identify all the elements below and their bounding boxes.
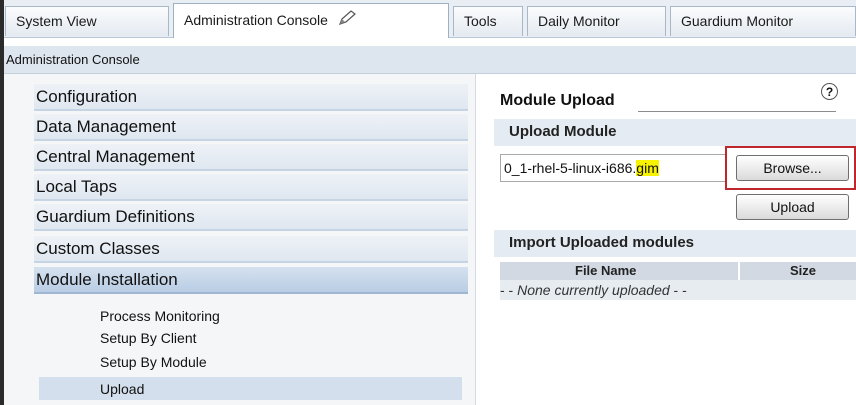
sub-item-setup-by-client[interactable]: Setup By Client [100, 328, 197, 348]
nav-item-label: Guardium Definitions [36, 207, 195, 226]
nav-item-central-management[interactable]: Central Management [34, 144, 468, 171]
tab-system-view[interactable]: System View [5, 6, 169, 36]
tab-label: Tools [464, 13, 497, 29]
nav-item-guardium-definitions[interactable]: Guardium Definitions [34, 204, 468, 231]
sub-item-setup-by-module[interactable]: Setup By Module [100, 352, 207, 372]
tab-label: Administration Console [184, 12, 328, 28]
nav-item-module-installation[interactable]: Module Installation [34, 267, 468, 294]
sub-item-upload[interactable]: Upload [100, 379, 144, 399]
nav-item-label: Custom Classes [36, 239, 160, 258]
empty-table-message: - - None currently uploaded - - [500, 281, 687, 299]
breadcrumb-text: Administration Console [6, 52, 140, 67]
empty-dashes-right: - - [673, 282, 687, 298]
tab-daily-monitor[interactable]: Daily Monitor [527, 6, 666, 36]
tab-tools[interactable]: Tools [453, 6, 523, 36]
import-modules-title: Import Uploaded modules [509, 234, 695, 251]
nav-item-label: Module Installation [36, 270, 178, 289]
browse-button[interactable]: Browse... [736, 155, 849, 181]
tab-bar: System View Administration Console Tools… [4, 0, 856, 38]
tab-label: Daily Monitor [538, 13, 620, 29]
nav-item-data-management[interactable]: Data Management [34, 114, 468, 141]
nav-item-custom-classes[interactable]: Custom Classes [34, 236, 468, 263]
module-upload-title: Module Upload [500, 92, 615, 109]
file-path-highlight: gim [636, 160, 659, 176]
sub-item-label: Setup By Client [100, 330, 197, 346]
tab-label: System View [16, 13, 97, 29]
help-icon[interactable]: ? [821, 83, 838, 100]
pencil-icon[interactable] [338, 5, 356, 38]
sub-item-label: Upload [100, 381, 145, 397]
nav-item-local-taps[interactable]: Local Taps [34, 174, 468, 201]
file-path-input[interactable]: 0_1-rhel-5-linux-i686.gim [500, 154, 726, 182]
breadcrumb: Administration Console [4, 46, 856, 74]
tab-guardium-monitor[interactable]: Guardium Monitor [670, 6, 856, 36]
file-path-text: 0_1-rhel-5-linux-i686. [504, 160, 637, 176]
upload-button[interactable]: Upload [736, 194, 849, 220]
title-divider [638, 111, 836, 112]
nav-item-label: Central Management [36, 147, 195, 166]
column-header-size[interactable]: Size [790, 262, 816, 280]
nav-item-label: Local Taps [36, 177, 117, 196]
tab-administration-console[interactable]: Administration Console [173, 3, 449, 38]
nav-item-label: Configuration [36, 87, 138, 106]
sub-item-label: Process Monitoring [100, 308, 220, 324]
empty-text: None currently uploaded [517, 282, 670, 298]
tab-label: Guardium Monitor [681, 13, 794, 29]
nav-item-configuration[interactable]: Configuration [34, 84, 468, 111]
column-header-file-name[interactable]: File Name [575, 262, 636, 280]
empty-dashes-left: - - [500, 282, 514, 298]
sub-item-label: Setup By Module [100, 354, 207, 370]
column-separator [738, 262, 740, 280]
sub-item-process-monitoring[interactable]: Process Monitoring [100, 306, 220, 326]
upload-module-title: Upload Module [509, 123, 617, 140]
nav-item-label: Data Management [36, 117, 176, 136]
